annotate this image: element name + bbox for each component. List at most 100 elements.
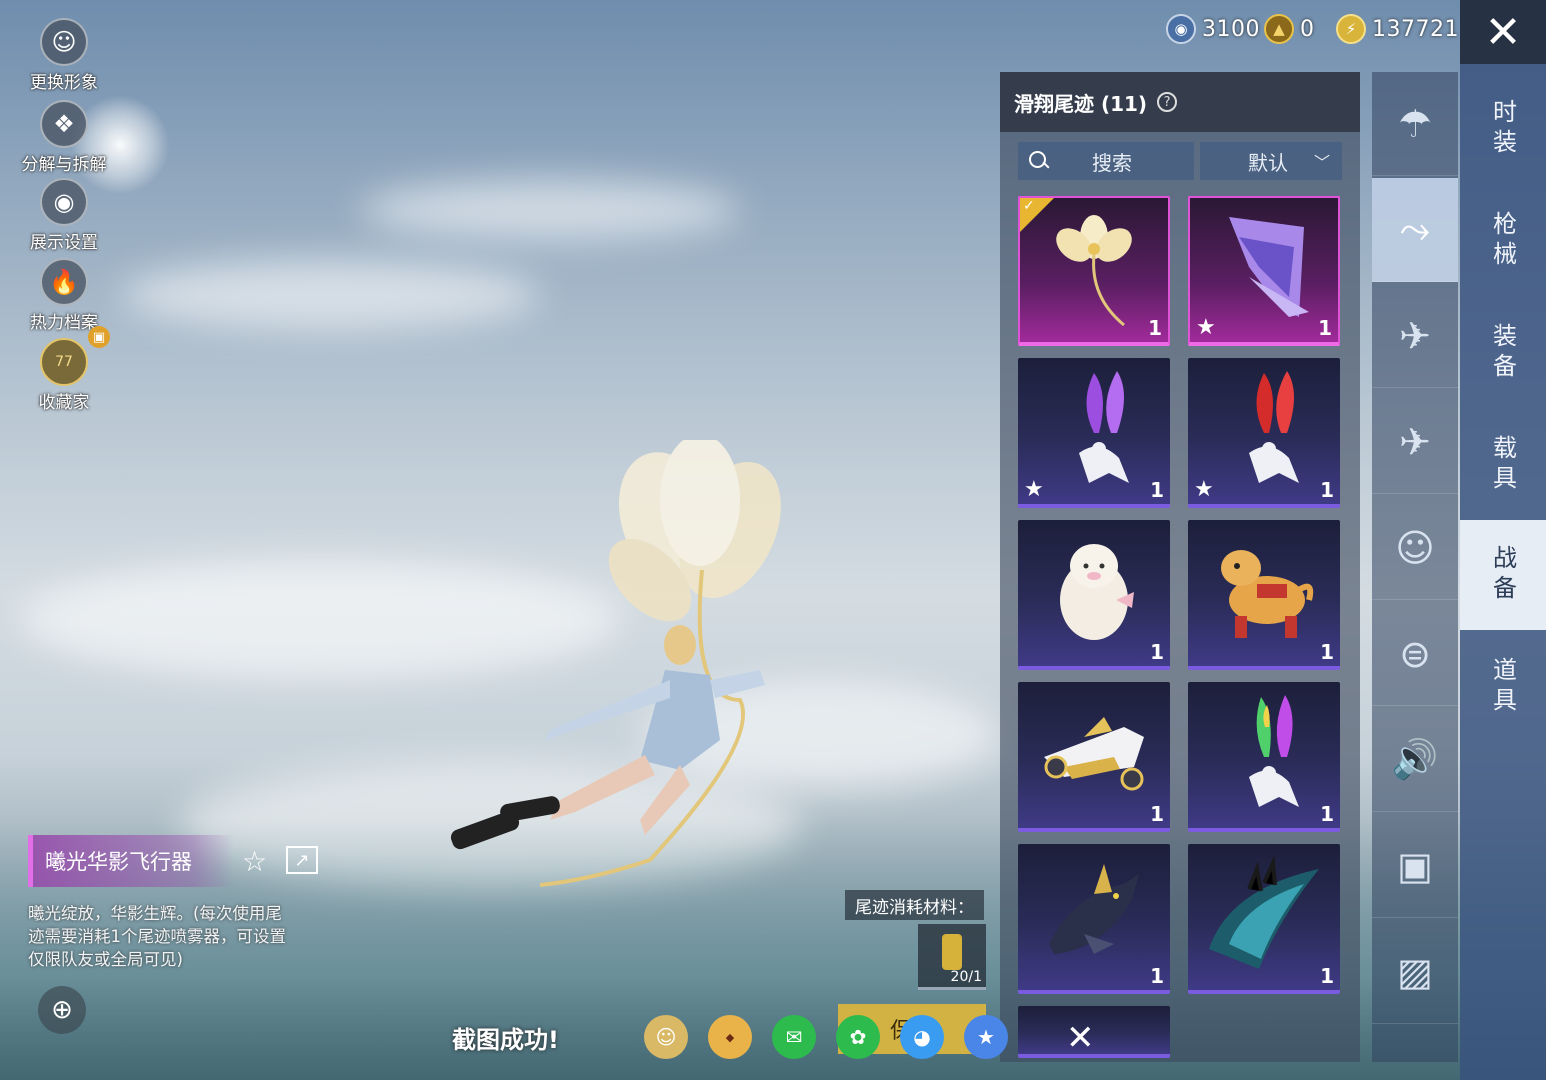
qq-icon[interactable]: ◕ xyxy=(900,1015,944,1059)
character-flower-glider xyxy=(450,440,781,887)
category-airplane[interactable]: ✈ xyxy=(1372,390,1458,494)
category-robot[interactable]: ⊜ xyxy=(1372,602,1458,706)
change-avatar-button[interactable]: ☺ 更换形象 xyxy=(18,18,110,93)
item-count: 1 xyxy=(1318,316,1332,340)
category-parachute[interactable]: ☂ xyxy=(1372,72,1458,176)
category-sound[interactable]: 🔊 xyxy=(1372,708,1458,812)
item-count: 1 xyxy=(1148,316,1162,340)
currency-silver: ◉ 3100 xyxy=(1166,14,1260,44)
category-gallery[interactable]: ▨ xyxy=(1372,920,1458,1024)
tab-combat-gear[interactable]: 战备 xyxy=(1460,520,1546,630)
tab-label: 载具 xyxy=(1488,435,1517,495)
item-card-purple-smoke-trail[interactable]: ★ 1 xyxy=(1018,358,1170,508)
tab-label: 道具 xyxy=(1488,657,1517,717)
item-card-rainbow-smoke-trail[interactable]: 1 xyxy=(1188,682,1340,832)
chat-bubble-icon: ▣ xyxy=(1397,843,1433,888)
item-count: 1 xyxy=(1150,964,1164,988)
game-friends-share-icon[interactable]: ☺ xyxy=(644,1015,688,1059)
category-column: ☂ ⤳ ✈ ✈ ☺ ⊜ 🔊 ▣ ▨ xyxy=(1372,72,1458,1062)
material-label: 尾迹消耗材料： xyxy=(845,890,984,920)
gold-amount: 0 xyxy=(1300,16,1315,42)
item-card-jet-glider[interactable]: 1 xyxy=(1018,682,1170,832)
decompose-label: 分解与拆解 xyxy=(21,155,107,175)
heat-archive-button[interactable]: 🔥 热力档案 xyxy=(18,258,110,333)
wing-glider-icon xyxy=(1209,855,1319,970)
skydiver-icon: ⤳ xyxy=(1399,207,1431,251)
flower-glider-icon xyxy=(1056,215,1132,327)
selected-item-name-bar: 曦光华影飞行器 xyxy=(28,835,234,887)
item-card-flower-glider[interactable]: ✓ 1 xyxy=(1018,196,1170,346)
avatar-icon: ☺ xyxy=(40,18,88,66)
item-card-purple-glider[interactable]: ★ 1 xyxy=(1188,196,1340,346)
item-count: 1 xyxy=(1320,478,1334,502)
selected-item-description: 曦光绽放，华影生辉。(每次使用尾迹需要消耗1个尾迹喷雾器，可设置仅限队友或全局可… xyxy=(28,904,286,969)
spray-can-icon xyxy=(942,934,962,970)
close-icon: ✕ xyxy=(1484,6,1522,58)
currency-gold: ▲ 0 xyxy=(1264,14,1315,44)
cloud xyxy=(360,180,740,240)
tab-label: 装备 xyxy=(1488,323,1517,383)
sort-label: 默认 xyxy=(1248,150,1288,175)
favorite-star-icon[interactable]: ☆ xyxy=(242,845,267,878)
tab-label: 战备 xyxy=(1488,545,1517,605)
material-item[interactable]: 20/1 xyxy=(918,924,986,990)
zoom-in-icon[interactable]: ⊕ xyxy=(38,986,86,1034)
collector-button[interactable]: 77 ▣ 收藏家 xyxy=(18,326,110,413)
jet-glider-icon xyxy=(1044,717,1144,791)
eye-icon: ◉ xyxy=(40,178,88,226)
share-icon[interactable]: ↗ xyxy=(286,846,318,874)
tab-items[interactable]: 道具 xyxy=(1460,632,1546,742)
toast-close-icon[interactable]: ✕ xyxy=(1066,1018,1095,1058)
screenshot-success-text: 截图成功! xyxy=(452,1026,559,1054)
emote-face-icon: ☺ xyxy=(1395,525,1435,570)
tab-weapons[interactable]: 枪械 xyxy=(1460,186,1546,296)
search-input[interactable]: 搜索 xyxy=(1018,142,1194,180)
category-drone[interactable]: ✈ xyxy=(1372,284,1458,388)
item-card-wing-glider[interactable]: 1 xyxy=(1188,844,1340,994)
collector-badge-icon: 77 xyxy=(40,338,88,386)
material-count: 20/1 xyxy=(950,969,982,985)
item-count: 1 xyxy=(1150,478,1164,502)
sort-dropdown[interactable]: 默认 ﹀ xyxy=(1200,142,1342,180)
star-icon: ★ xyxy=(1024,477,1044,502)
drone-icon: ✈ xyxy=(1399,313,1431,358)
item-card-pony-glider[interactable]: 1 xyxy=(1188,520,1340,670)
robot-icon: ⊜ xyxy=(1399,631,1431,676)
tab-fashion[interactable]: 时装 xyxy=(1460,74,1546,184)
category-chat[interactable]: ▣ xyxy=(1372,814,1458,918)
moments-icon[interactable]: ✿ xyxy=(836,1015,880,1059)
display-settings-button[interactable]: ◉ 展示设置 xyxy=(18,178,110,253)
category-emote[interactable]: ☺ xyxy=(1372,496,1458,600)
game-logo-share-icon[interactable]: ◆ xyxy=(708,1015,752,1059)
search-icon xyxy=(1028,150,1050,172)
decompose-button[interactable]: ❖ 分解与拆解 xyxy=(18,100,110,175)
wechat-icon[interactable]: ✉ xyxy=(772,1015,816,1059)
tab-label: 枪械 xyxy=(1488,211,1517,271)
inventory-panel: 滑翔尾迹 (11) ? 搜索 默认 ﹀ ✓ 1 ★ 1 ★ 1 ★ 1 1 1 … xyxy=(1000,72,1360,1062)
close-button[interactable]: ✕ xyxy=(1460,0,1546,64)
main-tab-column: 时装 枪械 装备 载具 战备 道具 xyxy=(1460,64,1546,1080)
item-card-red-smoke-trail[interactable]: ★ 1 xyxy=(1188,358,1340,508)
help-icon[interactable]: ? xyxy=(1157,92,1178,112)
item-count: 1 xyxy=(1150,640,1164,664)
tab-vehicles[interactable]: 载具 xyxy=(1460,410,1546,520)
tab-equipment[interactable]: 装备 xyxy=(1460,298,1546,408)
gallery-icon: ▨ xyxy=(1397,949,1433,994)
selected-item-name: 曦光华影飞行器 xyxy=(45,850,192,874)
item-card-shark-glider[interactable]: 1 xyxy=(1018,844,1170,994)
collector-level: 77 xyxy=(55,354,73,370)
category-skydiver[interactable]: ⤳ xyxy=(1372,178,1458,282)
alpaca-glider-icon xyxy=(1060,544,1134,641)
purple-smoke-trail-icon xyxy=(1079,371,1129,484)
display-settings-label: 展示设置 xyxy=(30,233,98,253)
panel-header: 滑翔尾迹 (11) ? xyxy=(1000,72,1360,132)
star-icon: ★ xyxy=(1194,477,1214,502)
item-card-alpaca-glider[interactable]: 1 xyxy=(1018,520,1170,670)
silver-coin-icon: ◉ xyxy=(1166,14,1196,44)
qzone-icon[interactable]: ★ xyxy=(964,1015,1008,1059)
panel-title: 滑翔尾迹 (11) xyxy=(1014,91,1148,116)
currency-lightning: ⚡ 137721 xyxy=(1336,14,1459,44)
rainbow-smoke-trail-icon xyxy=(1249,695,1299,808)
collector-label: 收藏家 xyxy=(38,393,90,413)
silver-amount: 3100 xyxy=(1202,16,1260,42)
